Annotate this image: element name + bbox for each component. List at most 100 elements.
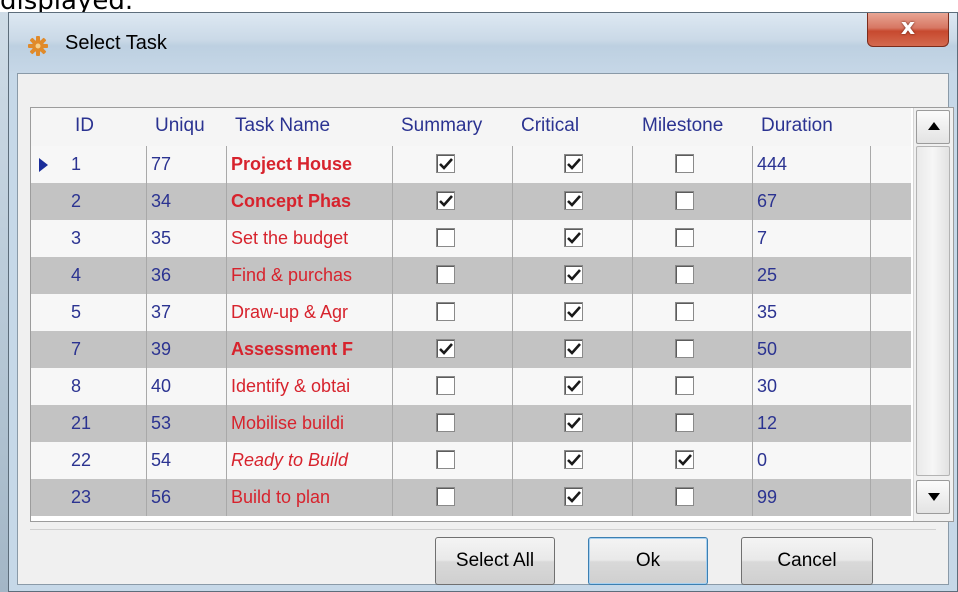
column-header-critical[interactable]: Critical (521, 115, 579, 137)
cell-duration[interactable]: 7 (753, 220, 871, 257)
scroll-up-button[interactable] (916, 110, 950, 144)
table-row[interactable]: 4 36 Find & purchas 25 (31, 257, 911, 294)
table-row[interactable]: 21 53 Mobilise buildi 12 (31, 405, 911, 442)
cell-unique[interactable]: 39 (147, 331, 227, 368)
critical-checkbox[interactable] (564, 450, 583, 469)
table-row[interactable]: 3 35 Set the budget 7 (31, 220, 911, 257)
cell-unique[interactable]: 36 (147, 257, 227, 294)
cell-unique[interactable]: 56 (147, 479, 227, 516)
cell-duration[interactable]: 25 (753, 257, 871, 294)
critical-checkbox[interactable] (564, 339, 583, 358)
cell-id[interactable]: 21 (67, 405, 147, 442)
column-header-duration[interactable]: Duration (761, 115, 833, 137)
table-row[interactable]: 5 37 Draw-up & Agr 35 (31, 294, 911, 331)
milestone-checkbox[interactable] (675, 487, 694, 506)
cell-summary (393, 479, 513, 516)
ok-button[interactable]: Ok (588, 537, 708, 585)
milestone-checkbox[interactable] (675, 376, 694, 395)
cell-task-name[interactable]: Build to plan (227, 479, 393, 516)
milestone-checkbox[interactable] (675, 265, 694, 284)
cell-task-name[interactable]: Identify & obtai (227, 368, 393, 405)
cell-task-name[interactable]: Mobilise buildi (227, 405, 393, 442)
select-all-button[interactable]: Select All (435, 537, 555, 585)
milestone-checkbox[interactable] (675, 413, 694, 432)
task-grid[interactable]: ID Uniqu Task Name Summary Critical Mile… (30, 107, 954, 522)
summary-checkbox[interactable] (436, 487, 455, 506)
cell-unique[interactable]: 54 (147, 442, 227, 479)
table-row[interactable]: 23 56 Build to plan 99 (31, 479, 911, 516)
summary-checkbox[interactable] (436, 191, 455, 210)
summary-checkbox[interactable] (436, 339, 455, 358)
cell-task-name[interactable]: Concept Phas (227, 183, 393, 220)
cell-unique[interactable]: 34 (147, 183, 227, 220)
milestone-checkbox[interactable] (675, 154, 694, 173)
cell-unique[interactable]: 53 (147, 405, 227, 442)
summary-checkbox[interactable] (436, 302, 455, 321)
critical-checkbox[interactable] (564, 228, 583, 247)
table-row[interactable]: 22 54 Ready to Build 0 (31, 442, 911, 479)
cell-task-name[interactable]: Draw-up & Agr (227, 294, 393, 331)
cell-id[interactable]: 22 (67, 442, 147, 479)
cell-unique[interactable]: 40 (147, 368, 227, 405)
cell-duration[interactable]: 12 (753, 405, 871, 442)
cell-id[interactable]: 1 (67, 146, 147, 183)
cell-duration[interactable]: 50 (753, 331, 871, 368)
cell-unique[interactable]: 35 (147, 220, 227, 257)
column-header-milestone[interactable]: Milestone (642, 115, 723, 137)
summary-checkbox[interactable] (436, 265, 455, 284)
column-header-summary[interactable]: Summary (401, 115, 482, 137)
table-row[interactable]: 1 77 Project House 444 (31, 146, 911, 183)
milestone-checkbox[interactable] (675, 339, 694, 358)
cell-summary (393, 331, 513, 368)
cell-task-name[interactable]: Project House (227, 146, 393, 183)
summary-checkbox[interactable] (436, 450, 455, 469)
checkmark-icon (567, 269, 581, 281)
milestone-checkbox[interactable] (675, 228, 694, 247)
title-bar[interactable]: Select Task x (9, 13, 957, 73)
cell-duration[interactable]: 0 (753, 442, 871, 479)
vertical-scrollbar[interactable] (913, 108, 953, 521)
cell-task-name[interactable]: Find & purchas (227, 257, 393, 294)
critical-checkbox[interactable] (564, 302, 583, 321)
cell-task-name[interactable]: Assessment F (227, 331, 393, 368)
cell-id[interactable]: 23 (67, 479, 147, 516)
cell-id[interactable]: 8 (67, 368, 147, 405)
cell-id[interactable]: 4 (67, 257, 147, 294)
milestone-checkbox[interactable] (675, 450, 694, 469)
cell-task-name[interactable]: Set the budget (227, 220, 393, 257)
cancel-button[interactable]: Cancel (741, 537, 873, 585)
close-button[interactable]: x (867, 13, 949, 47)
cell-unique[interactable]: 37 (147, 294, 227, 331)
cell-id[interactable]: 2 (67, 183, 147, 220)
critical-checkbox[interactable] (564, 376, 583, 395)
critical-checkbox[interactable] (564, 154, 583, 173)
critical-checkbox[interactable] (564, 191, 583, 210)
table-row[interactable]: 8 40 Identify & obtai 30 (31, 368, 911, 405)
cell-unique[interactable]: 77 (147, 146, 227, 183)
summary-checkbox[interactable] (436, 228, 455, 247)
critical-checkbox[interactable] (564, 413, 583, 432)
cell-duration[interactable]: 30 (753, 368, 871, 405)
milestone-checkbox[interactable] (675, 191, 694, 210)
summary-checkbox[interactable] (436, 376, 455, 395)
cell-duration[interactable]: 99 (753, 479, 871, 516)
column-header-id[interactable]: ID (75, 115, 94, 137)
cell-task-name[interactable]: Ready to Build (227, 442, 393, 479)
summary-checkbox[interactable] (436, 154, 455, 173)
milestone-checkbox[interactable] (675, 302, 694, 321)
column-header-task-name[interactable]: Task Name (235, 115, 330, 137)
table-row[interactable]: 2 34 Concept Phas 67 (31, 183, 911, 220)
column-header-unique[interactable]: Uniqu (155, 115, 205, 137)
scroll-thumb[interactable] (916, 146, 950, 476)
cell-duration[interactable]: 35 (753, 294, 871, 331)
critical-checkbox[interactable] (564, 265, 583, 284)
summary-checkbox[interactable] (436, 413, 455, 432)
table-row[interactable]: 7 39 Assessment F 50 (31, 331, 911, 368)
cell-id[interactable]: 3 (67, 220, 147, 257)
cell-id[interactable]: 7 (67, 331, 147, 368)
cell-duration[interactable]: 67 (753, 183, 871, 220)
scroll-down-button[interactable] (916, 480, 950, 514)
critical-checkbox[interactable] (564, 487, 583, 506)
cell-id[interactable]: 5 (67, 294, 147, 331)
cell-duration[interactable]: 444 (753, 146, 871, 183)
